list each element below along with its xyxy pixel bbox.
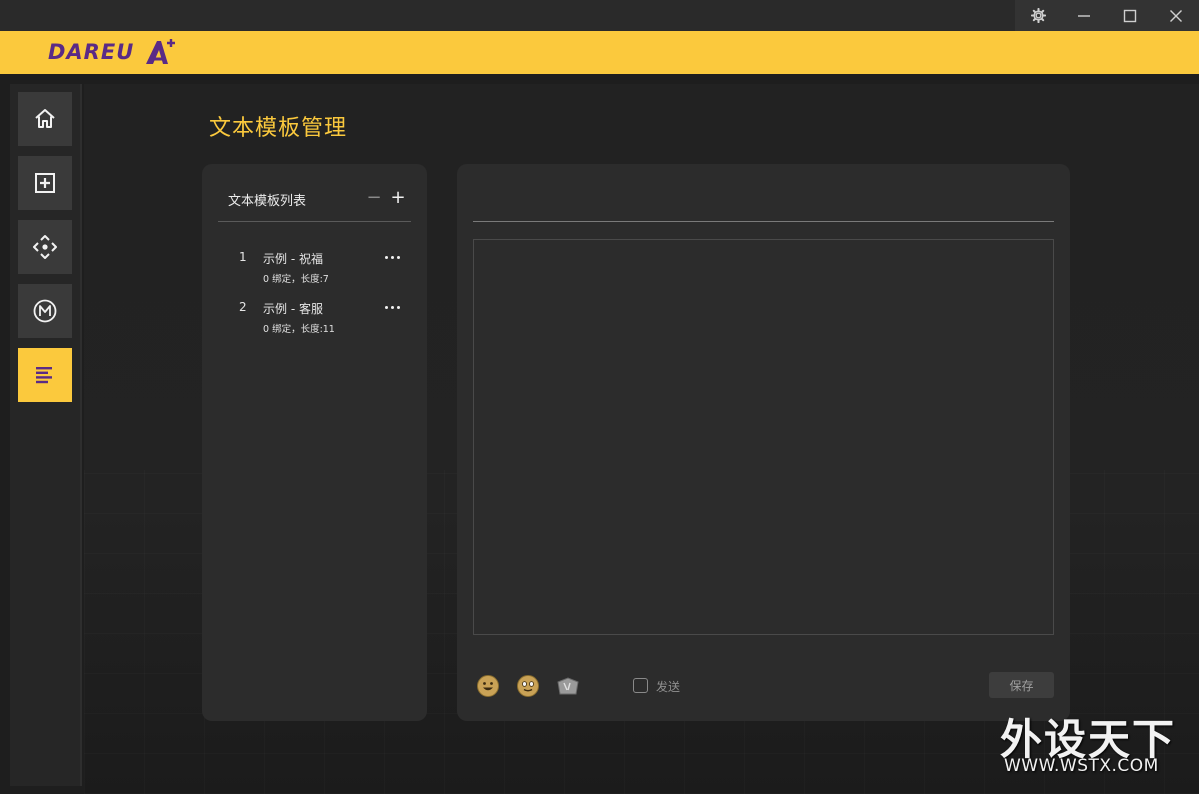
minimize-button[interactable] (1061, 0, 1107, 31)
sidebar-item-home[interactable] (18, 92, 72, 146)
sidebar-item-macro[interactable] (18, 284, 72, 338)
template-name: 示例 - 祝福 (263, 252, 323, 266)
brand-name: DAREU (48, 40, 135, 64)
watermark-url: WWW.WSTX.COM (1004, 756, 1159, 776)
add-template-button[interactable]: + (388, 188, 408, 208)
move-arrows-icon (33, 235, 57, 259)
template-body-textarea[interactable] (473, 239, 1054, 635)
sidebar-item-move[interactable] (18, 220, 72, 274)
maximize-icon (1123, 9, 1137, 22)
template-index: 2 (239, 300, 247, 314)
add-box-icon (35, 173, 55, 193)
template-list-title: 文本模板列表 (228, 194, 307, 209)
remove-template-button[interactable]: − (364, 188, 384, 208)
smiley-emoji-button[interactable] (476, 674, 500, 698)
settings-button[interactable] (1015, 0, 1061, 31)
more-options-icon[interactable] (382, 250, 402, 264)
template-meta: 0 绑定，长度:7 (263, 274, 329, 285)
brand-logo: DAREU (48, 37, 178, 67)
template-list-header: 文本模板列表 − + (218, 188, 411, 222)
template-list-panel: 文本模板列表 − + 1 示例 - 祝福 0 绑定，长度:7 2 示例 - 客服… (202, 164, 427, 721)
template-editor-panel: 发送 保存 (457, 164, 1070, 721)
window-controls (1015, 0, 1199, 31)
macro-m-icon (33, 299, 57, 323)
template-title-input[interactable] (473, 188, 1054, 222)
maximize-button[interactable] (1107, 0, 1153, 31)
text-lines-icon (36, 367, 52, 384)
minimize-icon (1078, 14, 1090, 17)
list-item[interactable]: 2 示例 - 客服 0 绑定，长度:11 (218, 298, 411, 342)
send-label: 发送 (656, 680, 681, 694)
smiley-emoji-icon (477, 675, 499, 697)
watermark: 外设天下 WWW.WSTX.COM (1000, 706, 1190, 786)
template-index: 1 (239, 250, 247, 264)
a-plus-logo-icon (146, 39, 176, 64)
sidebar-item-text-template[interactable] (18, 348, 72, 402)
home-icon (35, 109, 55, 128)
page-title: 文本模板管理 (209, 116, 348, 141)
template-meta: 0 绑定，长度:11 (263, 324, 335, 335)
template-name: 示例 - 客服 (263, 302, 323, 316)
close-icon (1170, 9, 1182, 22)
window-title-bar (0, 0, 1199, 31)
sidebar-item-add[interactable] (18, 156, 72, 210)
close-button[interactable] (1153, 0, 1199, 31)
list-item[interactable]: 1 示例 - 祝福 0 绑定，长度:7 (218, 248, 411, 292)
sidebar (10, 84, 82, 786)
symbol-emoji-icon (557, 677, 579, 695)
face-emoji-button[interactable] (516, 674, 540, 698)
symbol-emoji-button[interactable] (555, 674, 579, 698)
gear-icon (1030, 8, 1046, 23)
face-emoji-icon (517, 675, 539, 697)
brand-bar: DAREU (0, 31, 1199, 74)
more-options-icon[interactable] (382, 300, 402, 314)
save-button[interactable]: 保存 (989, 672, 1054, 698)
send-checkbox[interactable] (633, 678, 648, 693)
